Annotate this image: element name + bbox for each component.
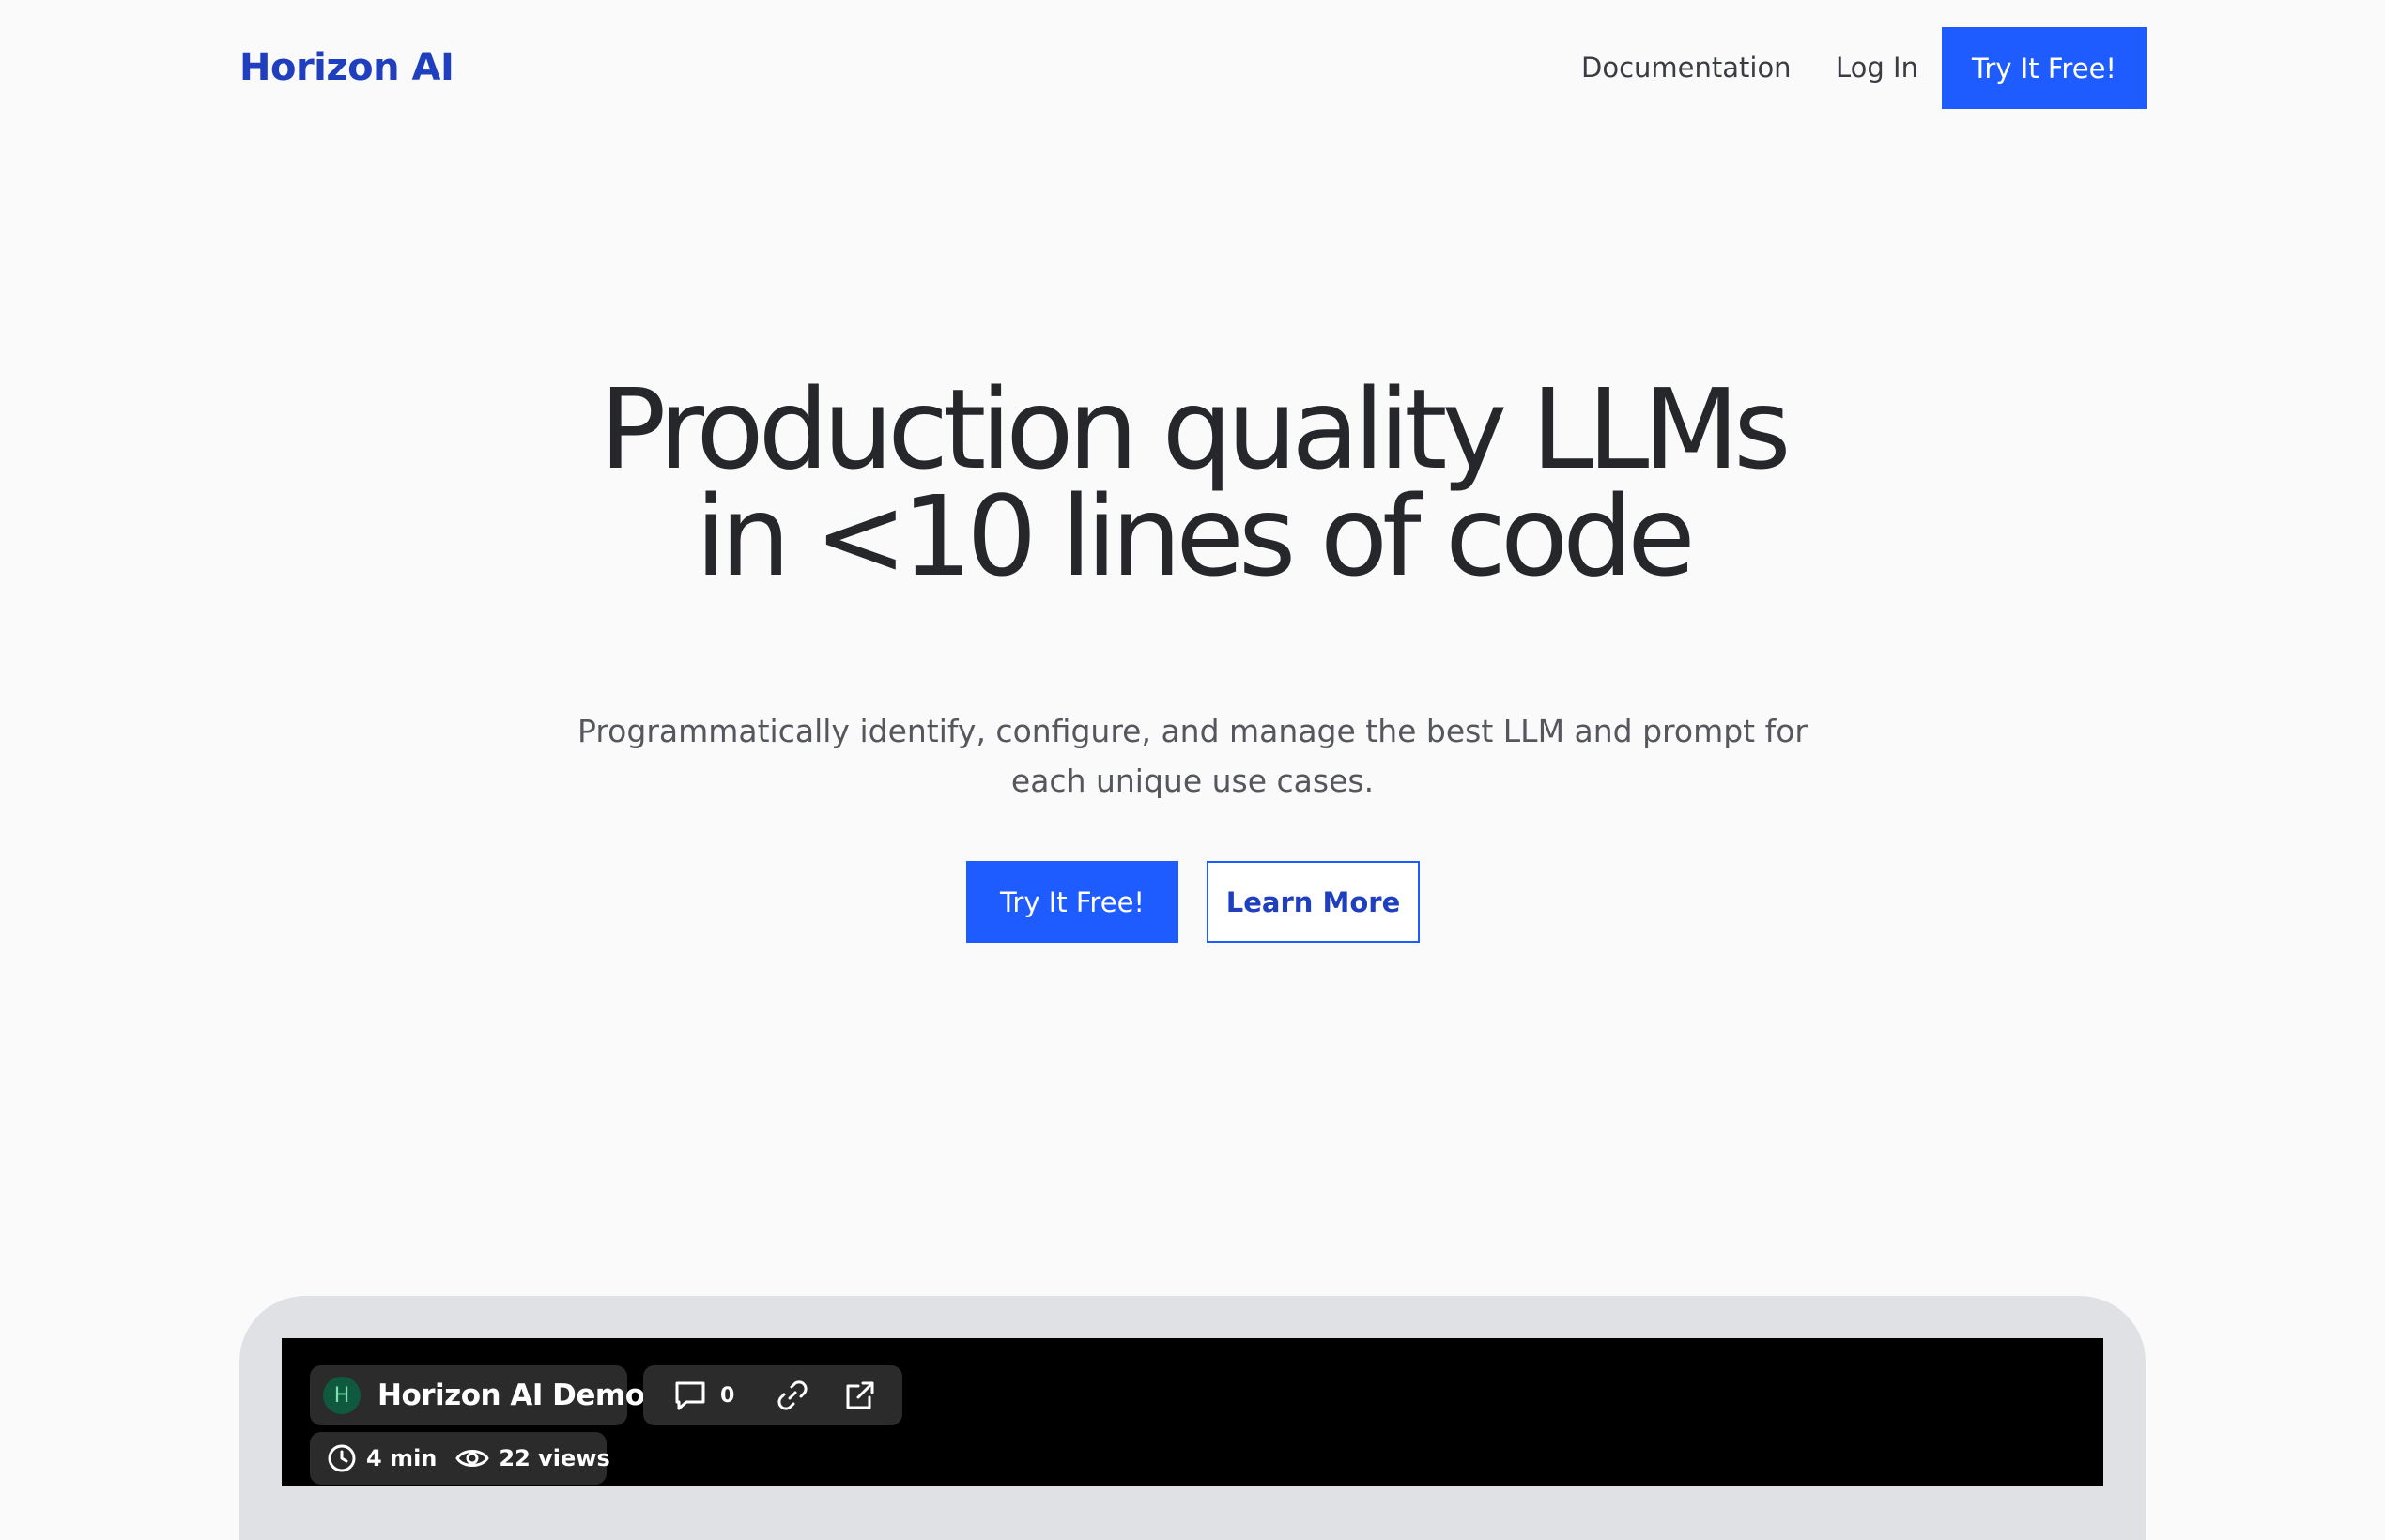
hero-subtitle-line-1: Programmatically identify, configure, an… (577, 713, 1808, 749)
avatar: H (323, 1377, 361, 1414)
nav-try-free-button[interactable]: Try It Free! (1942, 27, 2146, 109)
video-title-pill[interactable]: H Horizon AI Demo (310, 1365, 645, 1425)
video-meta-pill: 4 min 22 views (310, 1432, 610, 1485)
nav-documentation-link[interactable]: Documentation (1581, 47, 1792, 88)
hero-learn-more-button[interactable]: Learn More (1207, 861, 1420, 943)
video-title[interactable]: Horizon AI Demo (377, 1378, 645, 1412)
views-text: 22 views (499, 1445, 610, 1471)
logo[interactable]: Horizon AI (239, 41, 454, 94)
video-actions-pill: 0 (643, 1365, 902, 1425)
link-icon (777, 1380, 808, 1410)
hero-title-line-1: Production quality LLMs (599, 364, 1791, 494)
clock-icon (328, 1444, 356, 1472)
eye-icon (455, 1450, 490, 1467)
external-link-icon (846, 1381, 874, 1409)
site-header: Horizon AI Documentation Log In Try It F… (0, 0, 2385, 135)
hero-title-line-2: in <10 lines of code (695, 471, 1695, 601)
comment-icon (675, 1381, 705, 1410)
video-frame: H Horizon AI Demo 0 4 min 22 views (239, 1296, 2146, 1540)
hero-subtitle-line-2: each unique use cases. (1010, 762, 1375, 799)
hero-try-free-button[interactable]: Try It Free! (966, 861, 1178, 943)
nav-login-link[interactable]: Log In (1836, 47, 1918, 88)
view-count: 22 views (455, 1445, 610, 1471)
copy-link-button[interactable] (776, 1378, 809, 1412)
video-player[interactable]: H Horizon AI Demo 0 4 min 22 views (282, 1338, 2103, 1486)
hero-title: Production quality LLMs in <10 lines of … (0, 364, 2385, 601)
hero-subtitle: Programmatically identify, configure, an… (0, 706, 2385, 806)
open-external-button[interactable] (843, 1378, 877, 1412)
comments-button[interactable]: 0 (673, 1379, 734, 1411)
comment-count: 0 (720, 1383, 735, 1408)
duration-text: 4 min (366, 1445, 438, 1471)
duration: 4 min (327, 1443, 437, 1473)
